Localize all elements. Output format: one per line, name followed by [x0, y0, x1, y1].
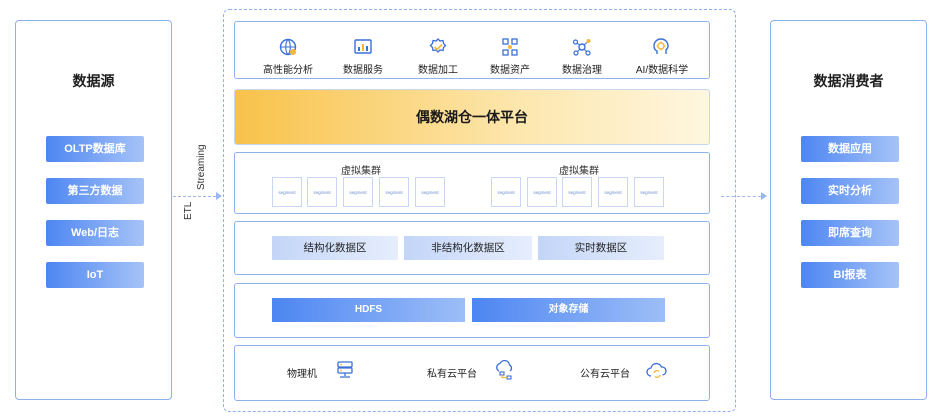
app-label: 数据资产	[490, 65, 530, 76]
public-cloud-label: 公有云平台	[580, 369, 630, 380]
consumer-bi-report: BI报表	[801, 262, 899, 288]
consumer-data-app: 数据应用	[801, 136, 899, 162]
segment-box: segment	[598, 177, 628, 207]
realtime-data-zone: 实时数据区	[538, 236, 664, 260]
structured-data-zone: 结构化数据区	[272, 236, 398, 260]
platform-title: 偶数湖仓一体平台	[416, 109, 528, 125]
app-high-performance-analysis: 高性能分析	[254, 30, 322, 76]
public-cloud-icon	[646, 362, 667, 378]
app-data-service: 数据服务	[329, 30, 397, 76]
segment-box: segment	[343, 177, 373, 207]
etl-label: ETL	[183, 201, 194, 220]
graph-hub-icon	[572, 39, 591, 56]
architecture-diagram: 数据源 OLTP数据库 第三方数据 Web/日志 IoT ETL Streami…	[0, 0, 940, 420]
streaming-label: Streaming	[196, 144, 207, 190]
hdfs-storage: HDFS	[272, 298, 465, 322]
segment-box: segment	[634, 177, 664, 207]
source-iot: IoT	[46, 262, 144, 288]
segment-box: segment	[415, 177, 445, 207]
app-data-processing: 数据加工	[404, 30, 472, 76]
segment-box: segment	[562, 177, 592, 207]
object-storage: 对象存储	[472, 298, 665, 322]
output-arrow	[721, 192, 767, 200]
etl-streaming-label: ETL Streaming	[183, 144, 223, 230]
unstructured-data-zone: 非结构化数据区	[404, 236, 532, 260]
ai-brain-icon	[653, 38, 669, 54]
app-label: 高性能分析	[263, 65, 313, 76]
data-consumers-title: 数据消费者	[813, 73, 884, 89]
segment-box: segment	[307, 177, 337, 207]
private-cloud-label: 私有云平台	[427, 369, 477, 380]
data-sources-panel: 数据源 OLTP数据库 第三方数据 Web/日志 IoT	[15, 20, 172, 400]
data-sources-title: 数据源	[72, 73, 115, 89]
bar-chart-icon	[354, 39, 372, 54]
gear-check-icon	[429, 38, 447, 53]
data-zone-layer: 结构化数据区 非结构化数据区 实时数据区	[234, 221, 710, 275]
platform-layer: 偶数湖仓一体平台	[234, 89, 710, 145]
source-web-log: Web/日志	[46, 220, 144, 246]
segment-box: segment	[527, 177, 557, 207]
source-oltp: OLTP数据库	[46, 136, 144, 162]
app-data-assets: 数据资产	[476, 30, 544, 76]
app-ai-data-science: AI/数据科学	[628, 30, 696, 76]
application-layer: 高性能分析 数据服务 数据加工 数据资产 数据治理 AI/数据科学	[234, 21, 710, 79]
network-nodes-icon	[502, 38, 518, 56]
segment-box: segment	[272, 177, 302, 207]
consumer-adhoc-query: 即席查询	[801, 220, 899, 246]
app-label: 数据服务	[343, 65, 383, 76]
consumer-realtime-analysis: 实时分析	[801, 178, 899, 204]
source-third-party: 第三方数据	[46, 178, 144, 204]
private-cloud-icon	[496, 360, 513, 380]
infrastructure-layer: 物理机 私有云平台 公有云平台	[234, 345, 710, 401]
app-data-governance: 数据治理	[548, 30, 616, 76]
virtual-cluster-layer: 虚拟集群 segment segment segment segment seg…	[234, 152, 710, 214]
server-icon	[337, 361, 353, 378]
chart-globe-icon	[279, 38, 297, 56]
segment-box: segment	[491, 177, 521, 207]
app-label: 数据治理	[562, 65, 602, 76]
app-label: AI/数据科学	[635, 65, 689, 76]
physical-machine-label: 物理机	[287, 369, 317, 380]
virtual-cluster-label: 虚拟集群	[559, 166, 599, 177]
virtual-cluster-label: 虚拟集群	[341, 166, 381, 177]
data-consumers-panel: 数据消费者 数据应用 实时分析 即席查询 BI报表	[770, 20, 927, 400]
app-label: 数据加工	[418, 65, 458, 76]
storage-layer: HDFS 对象存储	[234, 283, 710, 338]
segment-box: segment	[379, 177, 409, 207]
